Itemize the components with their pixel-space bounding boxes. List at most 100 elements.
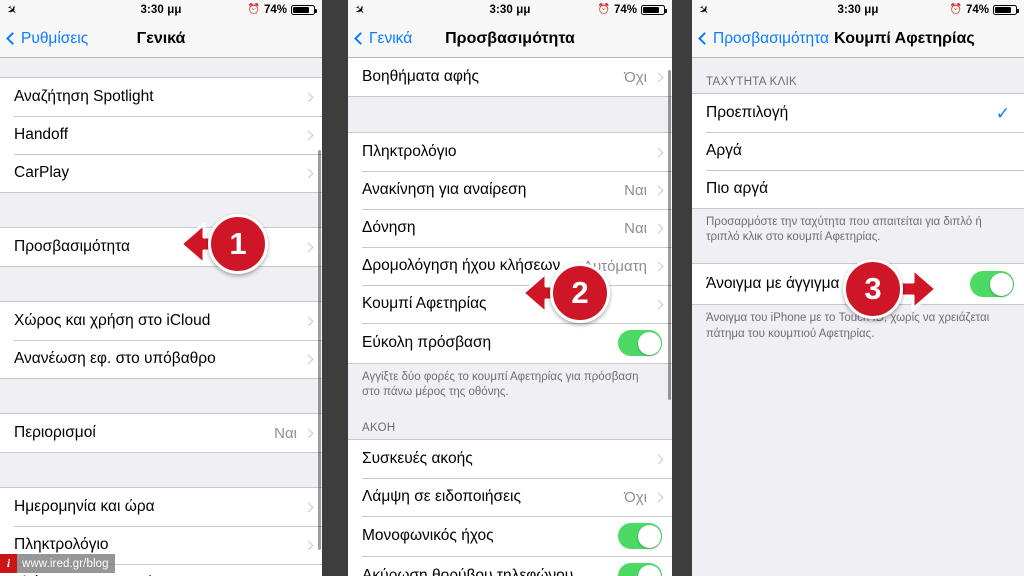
badge-number: 1 — [208, 214, 268, 274]
chevron-right-icon — [303, 316, 314, 326]
checkmark-icon: ✓ — [995, 103, 1010, 123]
list-item-handoff[interactable]: Handoff — [0, 116, 322, 154]
list-item-phone-noise-cancellation[interactable]: Ακύρωση θορύβου τηλεφώνου — [348, 556, 672, 576]
list-item-label: Ανακίνηση για αναίρεση — [362, 181, 527, 198]
mono-audio-toggle[interactable] — [618, 523, 662, 550]
list-item-shake-to-undo[interactable]: Ανακίνηση για αναίρεση Ναι — [348, 171, 672, 209]
list-item-value: Ναι — [624, 219, 647, 237]
annotation-badge-1: 1 — [178, 213, 268, 275]
list-item-value: Όχι — [624, 68, 647, 86]
alarm-clock-icon: ⏰ — [247, 4, 260, 15]
back-button-accessibility[interactable]: Προσβασιμότητα — [698, 30, 829, 48]
chevron-right-icon — [303, 168, 314, 178]
list-item-date-time[interactable]: Ημερομηνία και ώρα — [0, 488, 322, 526]
battery-percent-label: 74% — [263, 4, 287, 16]
chevron-right-icon — [303, 354, 314, 364]
chevron-right-icon — [653, 299, 664, 309]
list-gap — [0, 58, 322, 77]
list-item-value: Όχι — [624, 488, 647, 506]
site-watermark: i www.ired.gr/blog — [0, 554, 115, 573]
list-item-label: CarPlay — [14, 164, 70, 181]
status-bar: ✈ 3:30 μμ ⏰ 74% — [0, 0, 322, 20]
chevron-left-icon — [354, 32, 367, 45]
chevron-right-icon — [653, 72, 664, 82]
chevron-left-icon — [6, 32, 19, 45]
status-bar: ✈ 3:30 μμ ⏰ 74% — [692, 0, 1024, 20]
alarm-clock-icon: ⏰ — [597, 4, 610, 15]
list-item-reachability[interactable]: Εύκολη πρόσβαση — [348, 323, 672, 363]
list-gap — [0, 267, 322, 301]
list-item-label: Προεπιλογή — [706, 104, 789, 121]
list-item-spotlight[interactable]: Αναζήτηση Spotlight — [0, 78, 322, 116]
back-button-general[interactable]: Γενικά — [354, 29, 413, 48]
status-bar-right: ⏰ 74% — [949, 4, 1020, 16]
chevron-right-icon — [653, 492, 664, 503]
settings-group-3: Χώρος και χρήση στο iCloud Ανανέωση εφ. … — [0, 301, 322, 379]
phone-noise-cancellation-toggle[interactable] — [618, 563, 662, 576]
list-item-icloud-storage[interactable]: Χώρος και χρήση στο iCloud — [0, 302, 322, 340]
chevron-right-icon — [653, 185, 664, 195]
list-item-hearing-devices[interactable]: Συσκευές ακοής — [348, 440, 672, 479]
list-item-keyboard[interactable]: Πληκτρολόγιο — [348, 133, 672, 171]
list-gap — [0, 193, 322, 227]
status-bar: ✈ 3:30 μμ ⏰ 74% — [348, 0, 672, 20]
battery-percent-label: 74% — [613, 4, 637, 16]
settings-group-1: Αναζήτηση Spotlight Handoff CarPlay — [0, 77, 322, 193]
badge-number: 2 — [550, 263, 610, 323]
section-header-click-speed: ΤΑΧΥΤΗΤΑ ΚΛΙΚ — [692, 70, 1024, 93]
list-item-carplay[interactable]: CarPlay — [0, 154, 322, 192]
touch-accommodations-group: Βοηθήματα αφής Όχι — [348, 58, 672, 97]
chevron-right-icon — [303, 428, 314, 438]
chevron-right-icon — [653, 223, 664, 233]
list-item-mono-audio[interactable]: Μονοφωνικός ήχος — [348, 516, 672, 557]
list-item-label: Εύκολη πρόσβαση — [362, 334, 492, 351]
back-button-label: Γενικά — [369, 29, 413, 47]
list-item-accessibility[interactable]: Προσβασιμότητα — [0, 228, 322, 266]
interaction-group: Πληκτρολόγιο Ανακίνηση για αναίρεση Ναι … — [348, 132, 672, 364]
list-item-slow-speed[interactable]: Αργά — [692, 132, 1024, 170]
list-item-default-speed[interactable]: Προεπιλογή ✓ — [692, 94, 1024, 132]
list-item-vibration[interactable]: Δόνηση Ναι — [348, 209, 672, 247]
watermark-url: www.ired.gr/blog — [17, 554, 115, 573]
alarm-clock-icon: ⏰ — [949, 4, 962, 15]
scrollbar-vertical[interactable] — [668, 70, 671, 400]
list-gap — [0, 453, 322, 487]
chevron-left-icon — [698, 32, 711, 45]
click-speed-footnote: Προσαρμόστε την ταχύτητα που απαιτείται … — [692, 209, 1024, 254]
scrollbar-vertical[interactable] — [318, 150, 321, 550]
back-button-label: Ρυθμίσεις — [21, 29, 89, 47]
list-item-background-refresh[interactable]: Ανανέωση εφ. στο υπόβαθρο — [0, 340, 322, 378]
chevron-right-icon — [303, 92, 314, 102]
section-header-hearing: ΑΚΟΗ — [348, 408, 672, 440]
list-item-label: Συσκευές ακοής — [362, 450, 473, 468]
list-item-led-flash-alerts[interactable]: Λάμψη σε ειδοποιήσεις Όχι — [348, 478, 672, 517]
back-button-settings[interactable]: Ρυθμίσεις — [6, 29, 89, 48]
list-item-label: Βοηθήματα αφής — [362, 68, 479, 85]
list-item-label: Χώρος και χρήση στο iCloud — [14, 312, 211, 329]
list-item-value: Ναι — [274, 424, 297, 442]
list-item-value: Ναι — [624, 181, 647, 199]
list-item-restrictions[interactable]: Περιορισμοί Ναι — [0, 414, 322, 452]
battery-icon — [993, 5, 1020, 15]
list-item-label: Προσβασιμότητα — [14, 238, 131, 255]
reachability-toggle[interactable] — [618, 330, 662, 356]
list-item-label: Μονοφωνικός ήχος — [362, 527, 494, 545]
annotation-badge-2: 2 — [520, 262, 610, 324]
watermark-badge-icon: i — [0, 554, 17, 573]
click-speed-group: Προεπιλογή ✓ Αργά Πιο αργά — [692, 93, 1024, 209]
list-item-label: Handoff — [14, 126, 69, 143]
list-item-label: Ακύρωση θορύβου τηλεφώνου — [362, 567, 574, 576]
chevron-right-icon — [303, 540, 314, 550]
chevron-right-icon — [653, 147, 664, 157]
list-item-home-button[interactable]: Κουμπί Αφετηρίας — [348, 285, 672, 323]
list-item-call-audio-routing[interactable]: Δρομολόγηση ήχου κλήσεων Αυτόματη — [348, 247, 672, 285]
list-item-label: Αναζήτηση Spotlight — [14, 88, 154, 105]
phone-panel-general: ✈ 3:30 μμ ⏰ 74% Ρυθμίσεις Γενικά Αναζήτη… — [0, 0, 322, 576]
list-item-label: Άνοιγμα με άγγιγμα — [706, 275, 840, 293]
list-item-touch-accommodations[interactable]: Βοηθήματα αφής Όχι — [348, 58, 672, 96]
chevron-right-icon — [303, 130, 314, 140]
badge-number: 3 — [843, 259, 903, 319]
list-item-slowest-speed[interactable]: Πιο αργά — [692, 170, 1024, 208]
nav-bar: Ρυθμίσεις Γενικά — [0, 20, 322, 58]
rest-to-open-toggle[interactable] — [970, 271, 1014, 298]
